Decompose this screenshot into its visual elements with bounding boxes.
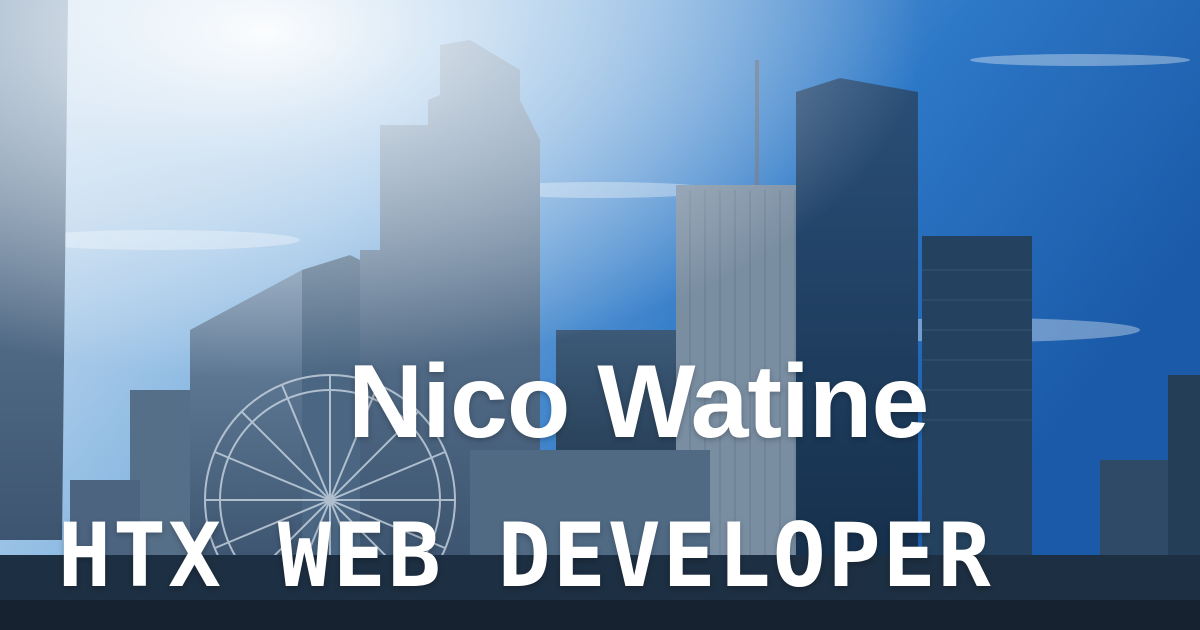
hero-tagline: HTX WEB DEVELOPER [58,504,993,607]
hero-name: Nico Watine [348,344,929,460]
hero-banner: Nico Watine HTX WEB DEVELOPER [0,0,1200,630]
